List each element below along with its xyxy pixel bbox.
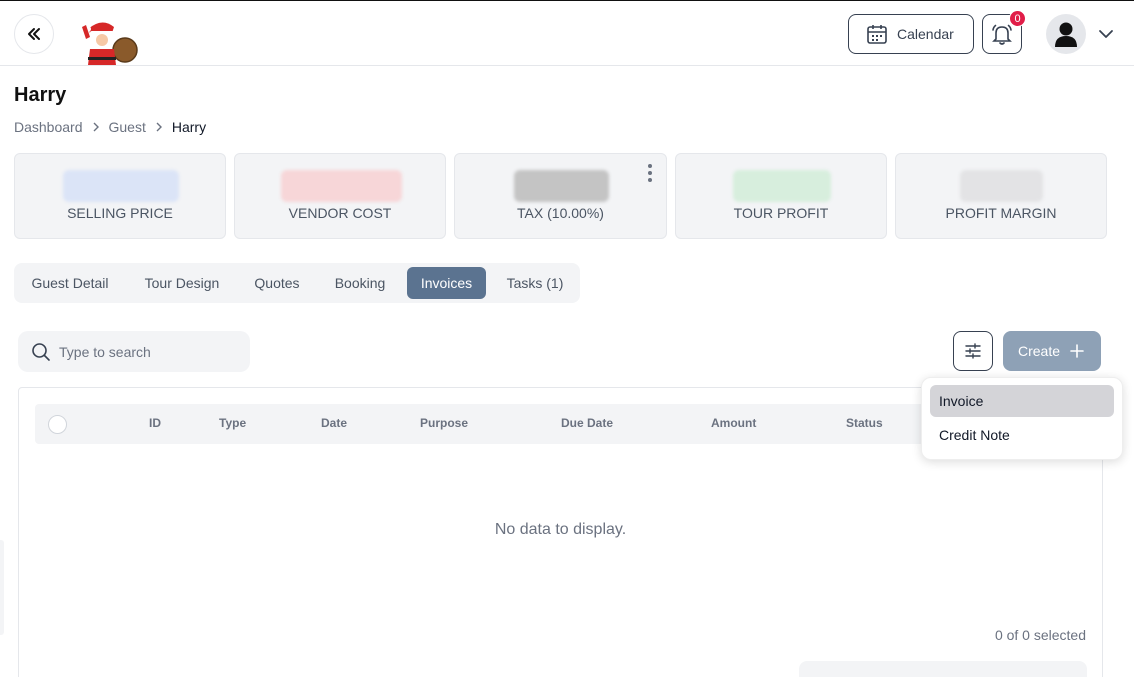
- create-button[interactable]: Create: [1003, 331, 1101, 371]
- profit-margin-value-blurred: [960, 170, 1043, 202]
- tax-value-blurred: [514, 170, 609, 202]
- more-options-icon[interactable]: [648, 164, 652, 182]
- search-icon: [32, 342, 50, 361]
- tab-tasks[interactable]: Tasks (1): [496, 267, 574, 299]
- column-header-purpose[interactable]: Purpose: [420, 416, 468, 430]
- search-input[interactable]: [59, 343, 239, 360]
- tab-guest-detail[interactable]: Guest Detail: [18, 267, 122, 299]
- sliders-icon: [965, 343, 981, 359]
- tab-bar: Guest Detail Tour Design Quotes Booking …: [14, 263, 580, 303]
- notifications-button[interactable]: 0: [982, 10, 1026, 54]
- filter-button[interactable]: [953, 331, 993, 371]
- column-header-type[interactable]: Type: [219, 416, 246, 430]
- santa-logo: [82, 22, 138, 65]
- pagination-bar: [799, 661, 1087, 677]
- tab-quotes[interactable]: Quotes: [242, 267, 312, 299]
- column-header-amount[interactable]: Amount: [711, 416, 756, 430]
- tab-booking[interactable]: Booking: [322, 267, 398, 299]
- calendar-icon: [867, 25, 887, 44]
- column-header-status[interactable]: Status: [846, 416, 883, 430]
- create-dropdown-menu: Invoice Credit Note: [921, 377, 1123, 460]
- empty-state-message: No data to display.: [494, 521, 627, 538]
- menu-item-invoice[interactable]: Invoice: [930, 385, 1114, 417]
- page-title: Harry: [14, 84, 67, 106]
- search-box: [18, 331, 250, 372]
- top-bar: Calendar 0: [0, 0, 1134, 66]
- column-header-id[interactable]: ID: [149, 416, 161, 430]
- tab-tour-design[interactable]: Tour Design: [132, 267, 232, 299]
- stat-label: PROFIT MARGIN: [945, 205, 1057, 221]
- menu-item-credit-note[interactable]: Credit Note: [930, 419, 1114, 451]
- plus-icon: [1070, 344, 1084, 358]
- stat-card-tour-profit: TOUR PROFIT: [675, 153, 887, 239]
- breadcrumb: Dashboard Guest Harry: [14, 119, 206, 135]
- select-all-checkbox[interactable]: [48, 415, 67, 434]
- breadcrumb-dashboard[interactable]: Dashboard: [14, 119, 83, 135]
- stat-card-vendor-cost: VENDOR COST: [234, 153, 446, 239]
- calendar-label: Calendar: [897, 26, 954, 42]
- chevron-right-icon: [156, 122, 162, 132]
- chevron-right-icon: [93, 122, 99, 132]
- stat-card-selling-price: SELLING PRICE: [14, 153, 226, 239]
- breadcrumb-current: Harry: [171, 119, 207, 135]
- tour-profit-value-blurred: [733, 170, 831, 202]
- stat-card-profit-margin: PROFIT MARGIN: [895, 153, 1107, 239]
- bell-icon: [992, 24, 1012, 45]
- stat-label: SELLING PRICE: [67, 205, 173, 221]
- notification-count-badge: 0: [1009, 10, 1026, 27]
- tab-invoices[interactable]: Invoices: [407, 267, 486, 299]
- stat-label: TAX (10.00%): [517, 205, 604, 221]
- stat-label: VENDOR COST: [288, 205, 392, 221]
- double-chevron-left-icon: [28, 28, 40, 40]
- chevron-down-icon[interactable]: [1097, 25, 1115, 43]
- create-label: Create: [1018, 343, 1061, 359]
- selection-count: 0 of 0 selected: [994, 627, 1086, 643]
- stat-label: TOUR PROFIT: [733, 205, 829, 221]
- column-header-due-date[interactable]: Due Date: [561, 416, 613, 430]
- side-panel-edge: [0, 540, 4, 635]
- user-avatar[interactable]: [1046, 14, 1086, 54]
- stat-card-tax: TAX (10.00%): [454, 153, 667, 239]
- calendar-button[interactable]: Calendar: [848, 14, 974, 54]
- selling-price-value-blurred: [63, 170, 179, 202]
- user-icon: [1055, 22, 1077, 47]
- column-header-date[interactable]: Date: [321, 416, 347, 430]
- vendor-cost-value-blurred: [281, 170, 402, 202]
- collapse-sidebar-button[interactable]: [14, 14, 54, 54]
- breadcrumb-guest[interactable]: Guest: [109, 119, 146, 135]
